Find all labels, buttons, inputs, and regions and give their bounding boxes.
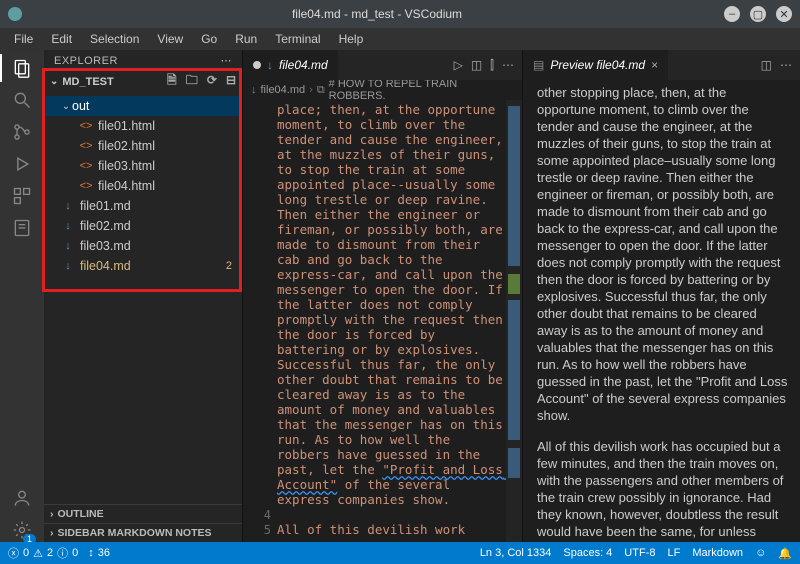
activity-bar: 1 (0, 50, 44, 542)
settings-badge: 1 (23, 534, 36, 544)
status-eol[interactable]: LF (667, 547, 680, 560)
window-minimize-button[interactable]: – (724, 6, 740, 22)
menu-view[interactable]: View (149, 30, 191, 48)
new-file-icon[interactable]: 🗎 (167, 73, 177, 87)
html-icon: <> (78, 180, 94, 192)
info-icon: ⓘ (57, 545, 68, 561)
file-file02-html[interactable]: <>file02.html (44, 136, 242, 156)
menu-bar: File Edit Selection View Go Run Terminal… (0, 28, 800, 50)
minimap[interactable] (506, 100, 522, 542)
menu-edit[interactable]: Edit (43, 30, 80, 48)
preview-paragraph: All of this devilish work has occupied b… (537, 438, 788, 542)
activity-search-icon[interactable] (10, 88, 34, 112)
split-icon[interactable]: ⫿ (490, 58, 494, 73)
explorer-sidebar: EXPLORER ⋯ ⌄ MD_TEST 🗎 🗀 ⟳ ⊟ ⌄ out <>fil… (44, 50, 242, 542)
preview-side-icon[interactable]: ◫ (471, 58, 482, 73)
menu-terminal[interactable]: Terminal (267, 30, 328, 48)
sidebar-notes-section[interactable]: ›SIDEBAR MARKDOWN NOTES (44, 523, 242, 542)
close-icon[interactable]: × (651, 58, 658, 72)
file-file02-md[interactable]: ↓file02.md (44, 216, 242, 236)
editor-body[interactable]: 4 5 place; then, at the opportune moment… (243, 100, 522, 542)
markdown-icon: ↓ (60, 220, 76, 232)
explorer-title: EXPLORER (54, 55, 118, 67)
status-spaces[interactable]: Spaces: 4 (563, 547, 612, 560)
status-feedback-icon[interactable]: ☺ (755, 547, 766, 560)
modified-dot-icon (253, 61, 261, 69)
window-title: file04.md - md_test - VSCodium (30, 7, 724, 21)
activity-settings-icon[interactable]: 1 (10, 518, 34, 542)
editor-group-source: ↓ file04.md ▷ ◫ ⫿ ⋯ ↓ file04.md › ⧉ # HO… (242, 50, 522, 542)
html-icon: <> (78, 140, 94, 152)
markdown-icon: ↓ (60, 260, 76, 272)
html-icon: <> (78, 120, 94, 132)
line-gutter: 4 5 (243, 100, 277, 542)
refresh-icon[interactable]: ⟳ (207, 73, 217, 87)
new-folder-icon[interactable]: 🗀 (186, 73, 198, 87)
tab-file04-md[interactable]: ↓ file04.md (243, 50, 338, 80)
markdown-icon: ↓ (60, 200, 76, 212)
menu-go[interactable]: Go (193, 30, 225, 48)
file-file04-html[interactable]: <>file04.html (44, 176, 242, 196)
status-cursor[interactable]: Ln 3, Col 1334 (480, 547, 552, 560)
app-icon (8, 7, 22, 21)
activity-scm-icon[interactable] (10, 120, 34, 144)
tab-label: Preview file04.md (550, 58, 645, 72)
folder-out[interactable]: ⌄ out (44, 96, 242, 116)
html-icon: <> (78, 160, 94, 172)
status-bar: ⓧ0 ⚠2 ⓘ0 ↕36 Ln 3, Col 1334 Spaces: 4 UT… (0, 542, 800, 564)
status-language[interactable]: Markdown (692, 547, 743, 560)
markdown-icon: ↓ (60, 240, 76, 252)
editor-text: place; then, at the opportune moment, to… (277, 102, 510, 477)
collapse-icon[interactable]: ⊟ (226, 73, 236, 87)
activity-explorer-icon[interactable] (10, 56, 34, 80)
editor-group-preview: ▤ Preview file04.md × ◫ ⋯ other stopping… (522, 50, 800, 542)
activity-account-icon[interactable] (10, 486, 34, 510)
breadcrumb[interactable]: ↓ file04.md › ⧉ # HOW TO REPEL TRAIN ROB… (243, 80, 522, 100)
status-encoding[interactable]: UTF-8 (624, 547, 655, 560)
chevron-right-icon: › (50, 508, 54, 520)
activity-notes-icon[interactable] (10, 216, 34, 240)
status-lines[interactable]: ↕36 (88, 547, 110, 559)
more-icon[interactable]: ⋯ (502, 58, 514, 73)
split-icon[interactable]: ◫ (761, 58, 772, 72)
tab-label: file04.md (279, 58, 328, 72)
status-bell-icon[interactable]: 🔔 (778, 547, 792, 560)
lines-icon: ↕ (88, 547, 94, 559)
error-icon: ⓧ (8, 545, 19, 561)
chevron-down-icon: ⌄ (60, 101, 72, 112)
outline-section[interactable]: ›OUTLINE (44, 504, 242, 523)
menu-run[interactable]: Run (227, 30, 265, 48)
chevron-down-icon[interactable]: ⌄ (50, 76, 58, 87)
file-file01-html[interactable]: <>file01.html (44, 116, 242, 136)
explorer-more-icon[interactable]: ⋯ (221, 54, 233, 67)
file-file03-html[interactable]: <>file03.html (44, 156, 242, 176)
menu-file[interactable]: File (6, 30, 41, 48)
tab-preview[interactable]: ▤ Preview file04.md × (523, 50, 668, 80)
more-icon[interactable]: ⋯ (780, 58, 792, 72)
file-file03-md[interactable]: ↓file03.md (44, 236, 242, 256)
activity-extensions-icon[interactable] (10, 184, 34, 208)
status-problems[interactable]: ⓧ0 ⚠2 ⓘ0 (8, 545, 78, 561)
file-file04-md[interactable]: ↓file04.md2 (44, 256, 242, 276)
run-icon[interactable]: ▷ (454, 58, 463, 73)
folder-label: out (72, 99, 89, 113)
preview-paragraph: other stopping place, then, at the oppor… (537, 84, 788, 424)
window-maximize-button[interactable]: ▢ (750, 6, 766, 22)
file-file01-md[interactable]: ↓file01.md (44, 196, 242, 216)
modified-badge: 2 (226, 260, 232, 272)
window-close-button[interactable]: ✕ (776, 6, 792, 22)
warning-icon: ⚠ (33, 547, 43, 560)
menu-help[interactable]: Help (331, 30, 372, 48)
menu-selection[interactable]: Selection (82, 30, 147, 48)
markdown-preview[interactable]: other stopping place, then, at the oppor… (523, 80, 800, 542)
activity-debug-icon[interactable] (10, 152, 34, 176)
project-name[interactable]: MD_TEST (62, 76, 157, 88)
chevron-right-icon: › (50, 527, 54, 539)
